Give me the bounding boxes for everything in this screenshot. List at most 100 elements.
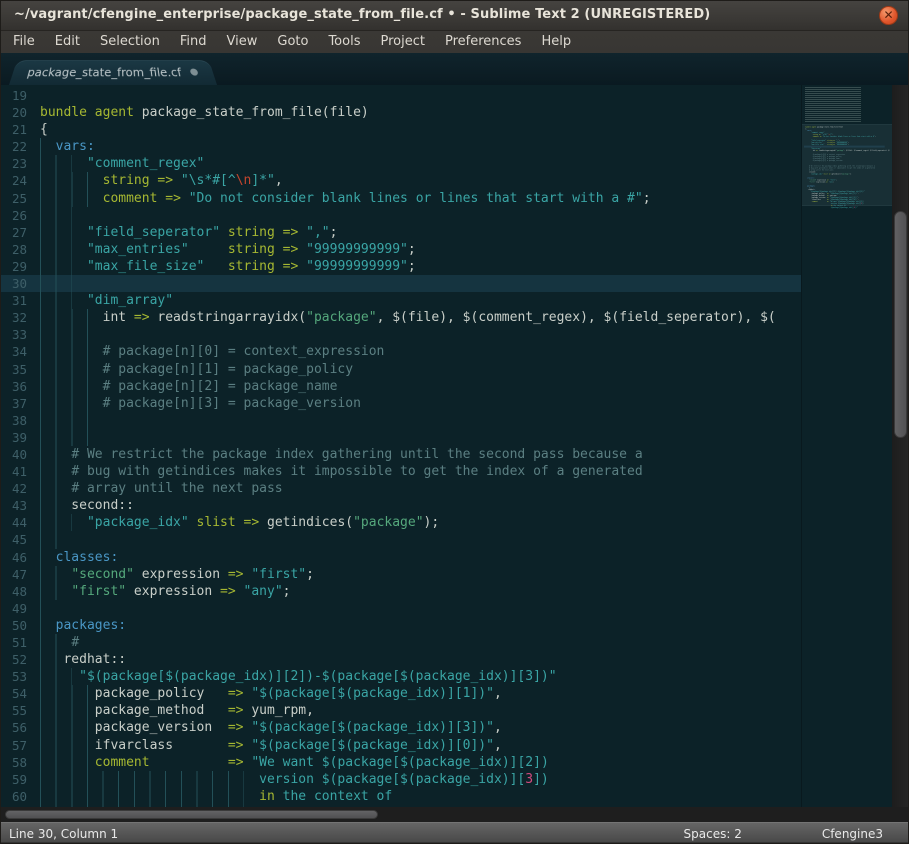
indent-guides [40,497,57,514]
code-line[interactable]: 58 comment => "We want $(package[$(packa… [1,754,801,771]
menu-item-goto[interactable]: Goto [267,31,318,53]
code-line[interactable]: 24 string => "\s*#[^\n]*", [1,172,801,189]
line-number: 56 [1,719,27,736]
minimap[interactable]: bundle agent package_state_from_file(fil… [801,85,892,807]
line-number: 25 [1,190,27,207]
tab-package-state-from-file[interactable]: package_state_from_file.cf ● [9,60,217,85]
code-line[interactable]: 28 "max_entries" string => "99999999999"… [1,241,801,258]
code-line[interactable]: 55 package_method => yum_rpm, [1,702,801,719]
code-line[interactable]: 27 "field_seperator" string => ","; [1,224,801,241]
menu-item-preferences[interactable]: Preferences [435,31,531,53]
tab-bar: package_state_from_file.cf ● [1,53,908,85]
code-area[interactable]: 1920bundle agent package_state_from_file… [1,87,801,809]
code-line[interactable]: $(package[$(package_idx)][0])" [804,207,885,209]
code-line[interactable]: 19 [1,87,801,104]
menu-item-project[interactable]: Project [370,31,434,53]
menu-item-tools[interactable]: Tools [318,31,370,53]
code-line[interactable]: 52 redhat:: [1,651,801,668]
code-line[interactable]: 50 packages: [1,617,801,634]
code-line[interactable]: 33 [1,326,801,343]
indent-guides [40,514,72,531]
menu-item-edit[interactable]: Edit [45,31,90,53]
line-number: 19 [1,87,27,104]
code-line[interactable]: 37 # package[n][3] = package_version [1,395,801,412]
code-line[interactable]: 41 # bug with getindices makes it imposs… [1,463,801,480]
line-number: 55 [1,702,27,719]
sublime-window: ~/vagrant/cfengine_enterprise/package_st… [0,0,909,844]
indent-settings-status[interactable]: Spaces: 2 [684,827,742,841]
minimap-header-code [805,87,861,122]
code-line[interactable]: 60 in the context of [1,788,801,805]
code-line[interactable]: 39 [1,429,801,446]
code-line[interactable]: 45 [1,531,801,548]
status-bar: Line 30, Column 1 Spaces: 2 Cfengine3 [1,822,908,844]
code-line[interactable]: 30 [1,275,801,292]
menu-item-find[interactable]: Find [170,31,217,53]
indent-guides [40,685,88,702]
code-line[interactable]: 57 ifvarclass => "$(package[$(package_id… [1,737,801,754]
horizontal-scrollbar-thumb[interactable] [5,810,378,819]
code-line[interactable]: 40 # We restrict the package index gathe… [1,446,801,463]
indent-guides [40,241,72,258]
horizontal-scrollbar[interactable] [1,807,909,822]
code-line[interactable]: 56 package_version => "$(package[$(packa… [1,719,801,736]
line-number: 47 [1,566,27,583]
indent-guides [40,378,88,395]
minimap-viewport-handle[interactable] [802,124,892,206]
indent-guides [40,138,41,155]
window-title: ~/vagrant/cfengine_enterprise/package_st… [14,7,710,22]
indent-guides [40,429,88,446]
indent-guides [40,446,57,463]
line-number: 21 [1,121,27,138]
line-number: 58 [1,754,27,771]
indent-guides [40,207,72,224]
code-line[interactable]: 34 # package[n][0] = context_expression [1,343,801,360]
code-line[interactable]: 22 vars: [1,138,801,155]
indent-guides [40,634,57,651]
code-line[interactable]: 53 "$(package[$(package_idx)][2])-$(pack… [1,668,801,685]
menu-item-help[interactable]: Help [531,31,581,53]
indent-guides [40,549,41,566]
code-line[interactable]: 25 comment => "Do not consider blank lin… [1,190,801,207]
code-line[interactable]: 54 package_policy => "$(package[$(packag… [1,685,801,702]
indent-guides [40,651,57,668]
menu-item-view[interactable]: View [217,31,268,53]
syntax-mode-status[interactable]: Cfengine3 [822,827,883,841]
indent-guides [40,412,88,429]
indent-guides [40,583,57,600]
code-line[interactable]: 35 # package[n][1] = package_policy [1,361,801,378]
code-line[interactable]: 23 "comment_regex" [1,155,801,172]
code-line[interactable]: 36 # package[n][2] = package_name [1,378,801,395]
code-line[interactable]: 48 "first" expression => "any"; [1,583,801,600]
tab-label: package_state_from_file.cf [26,66,183,79]
code-line[interactable]: 43 second:: [1,497,801,514]
vertical-scrollbar[interactable] [892,85,909,807]
indent-guides [40,668,72,685]
line-number: 57 [1,737,27,754]
code-line[interactable]: 51 # [1,634,801,651]
code-line[interactable]: 59 version $(package[$(package_idx)][3]) [1,771,801,788]
code-line[interactable]: 42 # array until the next pass [1,480,801,497]
code-line[interactable]: 21{ [1,121,801,138]
code-line[interactable]: 49 [1,600,801,617]
indent-guides [40,361,88,378]
code-line[interactable]: 26 [1,207,801,224]
code-line[interactable]: 44 "package_idx" slist => getindices("pa… [1,514,801,531]
menu-item-file[interactable]: File [3,31,45,53]
code-line[interactable]: 38 [1,412,801,429]
menu-item-selection[interactable]: Selection [90,31,170,53]
vertical-scrollbar-thumb[interactable] [894,211,907,438]
indent-guides [40,292,72,309]
indent-guides [40,719,88,736]
line-number: 36 [1,378,27,395]
code-line[interactable]: 47 "second" expression => "first"; [1,566,801,583]
line-number: 32 [1,309,27,326]
indent-guides [40,617,41,634]
line-number: 53 [1,668,27,685]
code-line[interactable]: 32 int => readstringarrayidx("package", … [1,309,801,326]
code-line[interactable]: 46 classes: [1,549,801,566]
code-line[interactable]: 20bundle agent package_state_from_file(f… [1,104,801,121]
code-line[interactable]: 31 "dim_array" [1,292,801,309]
close-icon[interactable]: ✕ [879,6,898,25]
code-line[interactable]: 29 "max_file_size" string => "9999999999… [1,258,801,275]
